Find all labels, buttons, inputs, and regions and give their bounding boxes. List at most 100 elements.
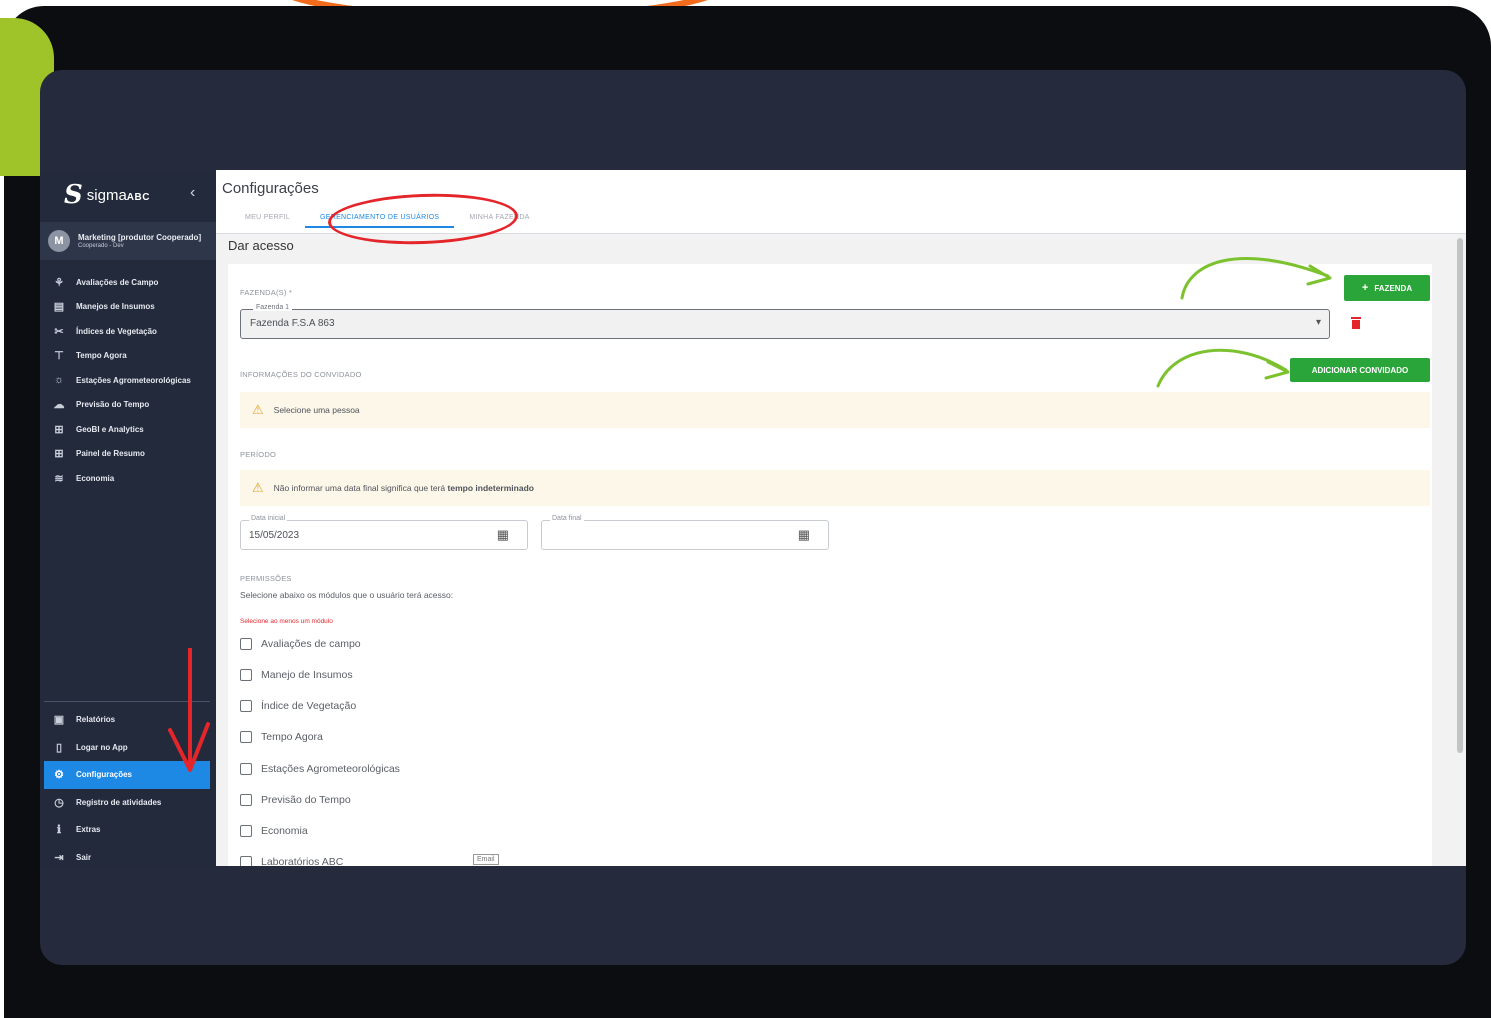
permissions-error: Selecione ao menos um módulo <box>240 618 333 625</box>
forecast-icon: ☁ <box>53 399 65 412</box>
guest-alert-text: Selecione uma pessoa <box>273 405 360 415</box>
farm-select[interactable]: Fazenda 1 Fazenda F.S.A 863 ▾ <box>240 304 1330 339</box>
farm-field-value: Fazenda F.S.A 863 <box>250 318 335 329</box>
sidebar-item-label: Índices de Vegetação <box>76 326 157 336</box>
green-annotation-arrow-guest <box>1156 348 1290 388</box>
phone-icon: ▯ <box>55 741 63 754</box>
permissions-label: PERMISSÕES <box>240 574 292 583</box>
info-icon: ℹ <box>56 824 62 837</box>
device-frame: S sigmaABC ‹ M Marketing [produtor Coope… <box>0 0 1491 1018</box>
start-date-value: 15/05/2023 <box>249 530 300 541</box>
module-checkbox-tempo-agora[interactable]: Tempo Agora <box>240 731 323 743</box>
sidebar-item-manejos[interactable]: ▤ Manejos de Insumos <box>40 295 216 320</box>
dashboard-icon: ⊞ <box>54 448 64 461</box>
module-checkbox-laboratorios[interactable]: Laboratórios ABC <box>240 856 343 866</box>
module-checkbox-avaliacoes[interactable]: Avaliações de campo <box>240 638 361 650</box>
checkbox[interactable] <box>240 794 252 806</box>
sidebar-item-label: Sair <box>76 852 92 862</box>
period-alert-text: Não informar uma data final significa qu… <box>274 483 534 493</box>
calendar-icon[interactable]: ▦ <box>497 527 509 543</box>
supplies-icon: ▤ <box>53 301 65 314</box>
weather-station-icon: ⊤ <box>54 350 64 363</box>
module-label: Índice de Vegetação <box>261 700 357 712</box>
add-farm-label: FAZENDA <box>1374 283 1413 293</box>
sidebar-item-label: Manejos de Insumos <box>76 302 155 312</box>
module-checkbox-manejo[interactable]: Manejo de Insumos <box>240 669 353 681</box>
farm-field-legend: Fazenda 1 <box>253 304 293 311</box>
warning-icon: ⚠ <box>252 402 264 417</box>
period-alert-prefix: Não informar uma data final significa qu… <box>273 483 448 493</box>
permissions-description: Selecione abaixo os módulos que o usuári… <box>240 590 454 600</box>
user-profile[interactable]: M Marketing [produtor Cooperado] Coopera… <box>40 222 216 260</box>
economy-icon: ≋ <box>54 472 64 485</box>
plus-icon: + <box>1361 282 1369 294</box>
checkbox[interactable] <box>240 825 252 837</box>
page-header: Configurações Meu perfil Gerenciamento d… <box>216 170 1466 248</box>
logo-text: sigmaABC <box>87 187 150 204</box>
tab-meu-perfil[interactable]: Meu perfil <box>230 208 305 228</box>
sidebar-nav: ⚘ Avaliações de Campo ▤ Manejos de Insumos… <box>40 270 216 491</box>
checkbox[interactable] <box>240 669 252 681</box>
module-label: Manejo de Insumos <box>261 669 353 681</box>
module-checkbox-indice[interactable]: Índice de Vegetação <box>240 700 356 712</box>
trash-icon[interactable] <box>1351 317 1361 329</box>
logo-suffix: ABC <box>126 191 150 203</box>
calendar-icon[interactable]: ▦ <box>798 527 810 543</box>
sidebar-item-label: Logar no App <box>76 742 128 752</box>
checkbox[interactable] <box>240 700 252 712</box>
section-title: Dar acesso <box>228 238 294 253</box>
sidebar-item-label: Painel de Resumo <box>76 449 145 459</box>
end-date-field[interactable]: Data final ▦ <box>541 515 829 550</box>
checkbox[interactable] <box>240 763 252 775</box>
sidebar-item-estacoes[interactable]: ☼ Estações Agrometeorológicas <box>40 368 216 393</box>
red-annotation-arrow <box>168 648 210 772</box>
sidebar-item-sair[interactable]: ⇥ Sair <box>44 844 210 867</box>
green-annotation-arrow-farm <box>1180 257 1332 300</box>
user-info: Marketing [produtor Cooperado] Cooperado… <box>78 233 201 249</box>
sidebar-item-painel[interactable]: ⊞ Painel de Resumo <box>40 442 216 467</box>
sidebar: S sigmaABC ‹ M Marketing [produtor Coope… <box>40 170 216 866</box>
sidebar-item-label: Extras <box>76 825 101 835</box>
module-checkbox-previsao[interactable]: Previsão do Tempo <box>240 794 351 806</box>
scrollbar[interactable] <box>1457 238 1463 753</box>
gear-icon: ⚙ <box>54 769 64 782</box>
module-checkbox-estacoes[interactable]: Estações Agrometeorológicas <box>240 763 400 775</box>
add-farm-button[interactable]: + FAZENDA <box>1344 275 1430 301</box>
checkbox[interactable] <box>240 638 252 650</box>
sidebar-item-label: GeoBI e Analytics <box>76 424 144 434</box>
module-label: Laboratórios ABC <box>261 856 344 866</box>
email-tag: Email <box>473 854 499 865</box>
checkbox[interactable] <box>240 856 252 866</box>
sidebar-item-registro[interactable]: ◷ Registro de atividades <box>44 789 210 817</box>
app-window: S sigmaABC ‹ M Marketing [produtor Coope… <box>40 170 1466 866</box>
module-checkbox-economia[interactable]: Economia <box>240 825 308 837</box>
sidebar-item-geobi[interactable]: ⊞ GeoBI e Analytics <box>40 417 216 442</box>
vegetation-icon: ✂ <box>54 325 64 338</box>
user-name: Marketing [produtor Cooperado] <box>78 233 202 242</box>
period-label: PERÍODO <box>240 450 276 459</box>
module-label: Economia <box>261 825 308 837</box>
checkbox[interactable] <box>240 731 252 743</box>
sidebar-item-label: Configurações <box>76 770 133 780</box>
sidebar-item-avaliacoes[interactable]: ⚘ Avaliações de Campo <box>40 270 216 295</box>
sidebar-item-label: Previsão do Tempo <box>76 400 150 410</box>
add-guest-button[interactable]: ADICIONAR CONVIDADO <box>1290 358 1430 382</box>
tab-minha-fazenda[interactable]: Minha fazenda <box>454 208 544 228</box>
sidebar-item-label: Relatórios <box>76 715 116 725</box>
guest-info-label: INFORMAÇÕES DO CONVIDADO <box>240 370 362 379</box>
collapse-sidebar-icon[interactable]: ‹ <box>190 184 195 202</box>
period-alert-bold: tempo indeterminado <box>447 483 534 493</box>
sidebar-item-indices[interactable]: ✂ Índices de Vegetação <box>40 319 216 344</box>
module-label: Avaliações de campo <box>261 638 361 650</box>
logout-icon: ⇥ <box>54 851 64 864</box>
sidebar-item-economia[interactable]: ≋ Economia <box>40 466 216 491</box>
sidebar-item-extras[interactable]: ℹ Extras <box>44 816 210 844</box>
tabs: Meu perfil Gerenciamento de usuários Min… <box>230 208 545 228</box>
tab-gerenciamento-usuarios[interactable]: Gerenciamento de usuários <box>305 208 455 228</box>
start-date-field[interactable]: Data inicial 15/05/2023 ▦ <box>240 515 528 550</box>
sidebar-item-previsao[interactable]: ☁ Previsão do Tempo <box>40 393 216 418</box>
module-label: Tempo Agora <box>261 731 323 743</box>
sidebar-item-tempo-agora[interactable]: ⊤ Tempo Agora <box>40 344 216 369</box>
analytics-icon: ⊞ <box>54 423 64 436</box>
sidebar-item-label: Tempo Agora <box>76 351 127 361</box>
